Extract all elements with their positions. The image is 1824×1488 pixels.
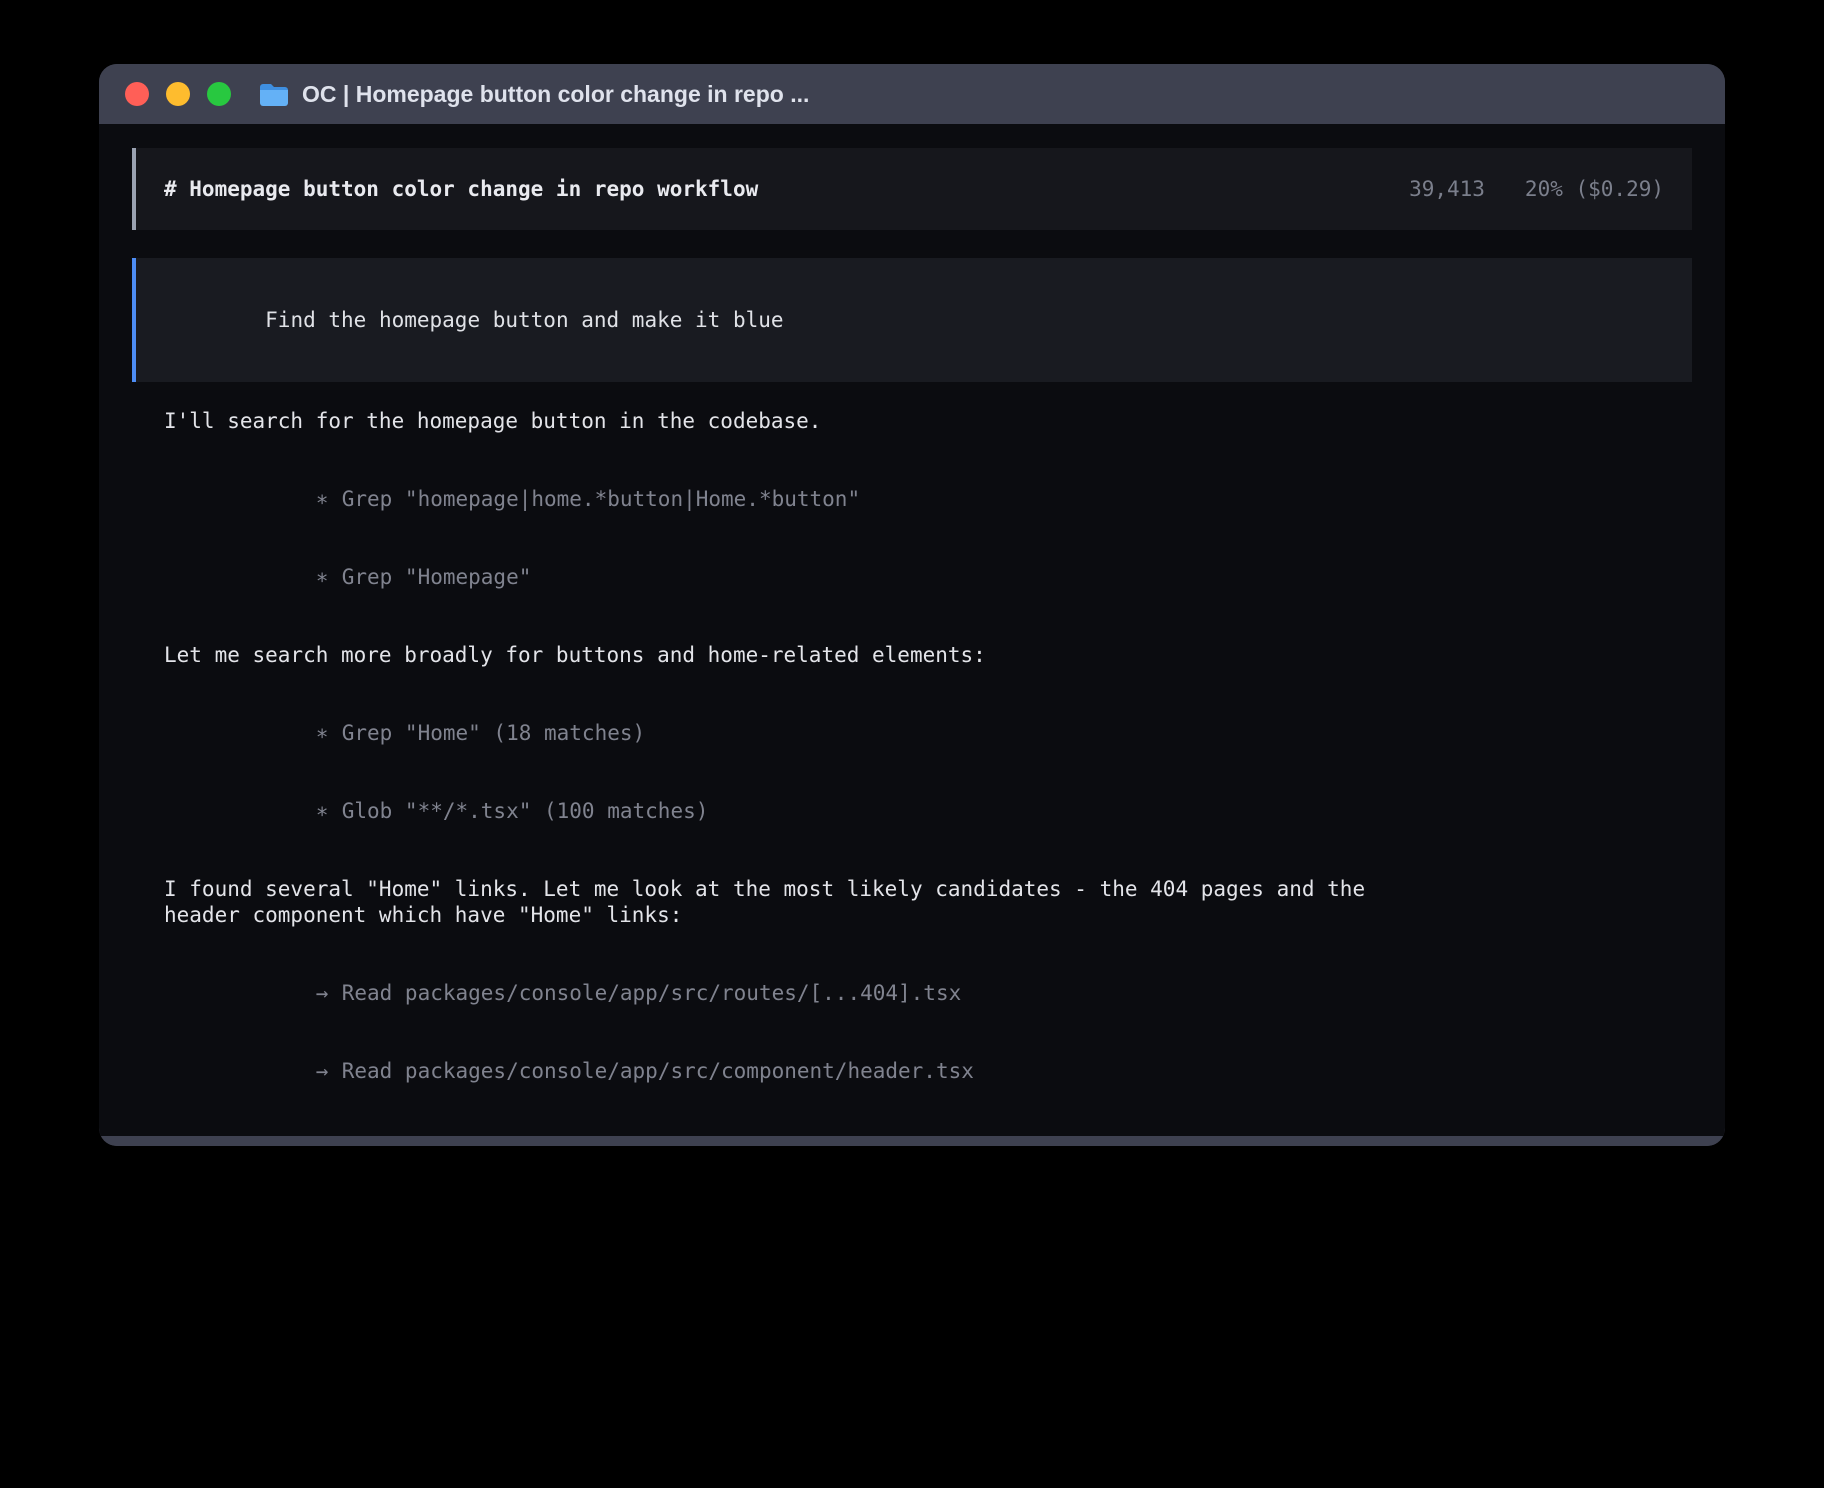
- window-bottom-edge: [99, 1136, 1725, 1146]
- titlebar-title-group: OC | Homepage button color change in rep…: [259, 81, 809, 108]
- session-header: # Homepage button color change in repo w…: [132, 148, 1692, 230]
- context-usage: 20% ($0.29): [1525, 176, 1664, 202]
- traffic-lights: [125, 82, 231, 106]
- zoom-button[interactable]: [207, 82, 231, 106]
- assistant-response: I'll search for the homepage button in t…: [132, 408, 1692, 1146]
- tool-asterisk-icon: ∗: [316, 798, 329, 824]
- window-title: OC | Homepage button color change in rep…: [302, 81, 809, 108]
- tool-call: ∗ Grep "Home" (18 matches): [164, 694, 1692, 772]
- read-call-group: → Read packages/console/app/src/routes/[.…: [164, 954, 1692, 1146]
- tool-asterisk-icon: ∗: [316, 720, 329, 746]
- arrow-right-icon: →: [316, 980, 329, 1006]
- token-count: 39,413: [1409, 176, 1485, 202]
- session-stats: 39,413 20% ($0.29): [1409, 176, 1664, 202]
- tool-call: ∗ Glob "**/*.tsx" (100 matches): [164, 772, 1692, 850]
- desktop: OC | Homepage button color change in rep…: [0, 0, 1824, 1488]
- tool-call-text: Grep "Homepage": [342, 565, 532, 589]
- tool-call-group: ∗ Grep "homepage|home.*button|Home.*butto…: [164, 460, 1692, 616]
- tool-call-text: Grep "Home" (18 matches): [342, 721, 645, 745]
- close-button[interactable]: [125, 82, 149, 106]
- terminal-content: # Homepage button color change in repo w…: [99, 124, 1725, 1136]
- titlebar[interactable]: OC | Homepage button color change in rep…: [99, 64, 1725, 124]
- session-title: # Homepage button color change in repo w…: [164, 176, 758, 202]
- arrow-right-icon: →: [316, 1058, 329, 1084]
- assistant-paragraph: I'll search for the homepage button in t…: [164, 408, 1414, 434]
- user-message: Find the homepage button and make it blu…: [132, 258, 1692, 382]
- assistant-paragraph: Let me search more broadly for buttons a…: [164, 642, 1414, 668]
- folder-icon: [259, 82, 289, 107]
- read-call-text: Read packages/console/app/src/routes/[..…: [342, 981, 962, 1005]
- tool-call-text: Glob "**/*.tsx" (100 matches): [342, 799, 709, 823]
- terminal-window: OC | Homepage button color change in rep…: [99, 64, 1725, 1146]
- read-call-text: Read packages/console/app/src/component/…: [342, 1059, 974, 1083]
- tool-call-group: ∗ Grep "Home" (18 matches) ∗ Glob "**/*.ts…: [164, 694, 1692, 850]
- tool-asterisk-icon: ∗: [316, 564, 329, 590]
- user-message-text: Find the homepage button and make it blu…: [265, 308, 783, 332]
- tool-asterisk-icon: ∗: [316, 486, 329, 512]
- tool-call: ∗ Grep "Homepage": [164, 538, 1692, 616]
- tool-call: ∗ Grep "homepage|home.*button|Home.*butto…: [164, 460, 1692, 538]
- tool-call-text: Grep "homepage|home.*button|Home.*button…: [342, 487, 860, 511]
- read-call: → Read packages/console/app/src/component…: [164, 1032, 1692, 1110]
- minimize-button[interactable]: [166, 82, 190, 106]
- assistant-paragraph: I found several "Home" links. Let me loo…: [164, 876, 1414, 928]
- read-call: → Read packages/console/app/src/routes/[.…: [164, 954, 1692, 1032]
